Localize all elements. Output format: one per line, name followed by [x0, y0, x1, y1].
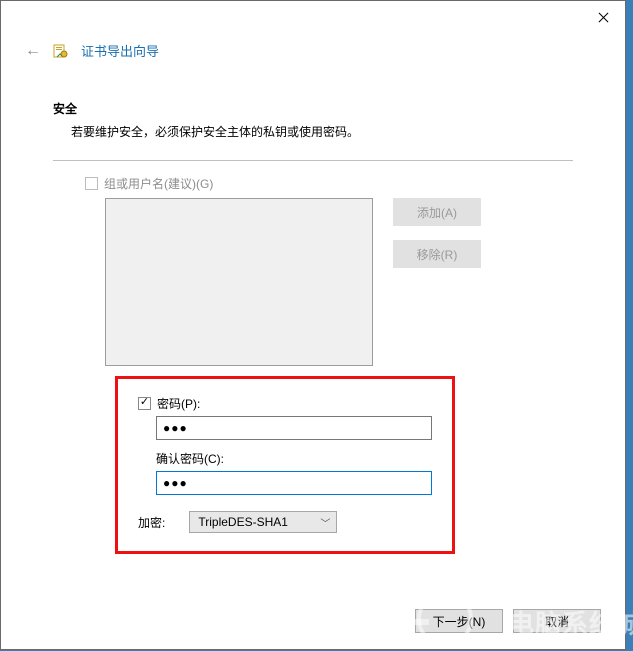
cancel-button[interactable]: 取消: [513, 609, 601, 633]
encryption-label: 加密:: [138, 514, 165, 531]
password-enable-block: 密码(P): ●●●: [138, 395, 432, 440]
encryption-row: 加密: TripleDES-SHA1 ﹀: [138, 511, 432, 533]
chevron-down-icon: ﹀: [320, 515, 330, 530]
confirm-password-block: 确认密码(C): ●●●: [138, 450, 432, 495]
groups-checkbox-row[interactable]: 组或用户名(建议)(G): [85, 175, 573, 192]
password-checkbox-row[interactable]: 密码(P):: [138, 395, 432, 412]
confirm-password-value: ●●●: [163, 476, 188, 490]
checkbox-checked-icon: [138, 397, 151, 410]
wizard-title: 证书导出向导: [81, 41, 159, 60]
encryption-selected: TripleDES-SHA1: [198, 515, 288, 529]
highlight-box: 密码(P): ●●● 确认密码(C): ●●● 加密: TripleDES-SH…: [115, 376, 455, 554]
watermark-icon: [417, 591, 473, 647]
close-icon: [598, 12, 608, 22]
section-heading: 安全: [53, 100, 573, 117]
back-arrow-icon[interactable]: ←: [25, 42, 41, 60]
divider: [53, 160, 573, 161]
remove-button: 移除(R): [393, 240, 481, 268]
groups-checkbox-label: 组或用户名(建议)(G): [104, 175, 213, 192]
cert-export-wizard-dialog: ← 证书导出向导 安全 若要维护安全，必须保护安全主体的私钥或使用密码。 组或用…: [0, 0, 626, 650]
content-area: 安全 若要维护安全，必须保护安全主体的私钥或使用密码。 组或用户名(建议)(G)…: [1, 70, 625, 554]
encryption-select[interactable]: TripleDES-SHA1 ﹀: [189, 511, 337, 533]
confirm-password-label: 确认密码(C):: [138, 450, 432, 467]
groups-section: 组或用户名(建议)(G) 添加(A) 移除(R) 密码(P): ●●●: [53, 175, 573, 554]
certificate-icon: [53, 43, 69, 59]
password-label: 密码(P):: [157, 395, 200, 412]
groups-listbox[interactable]: [105, 198, 373, 366]
add-button: 添加(A): [393, 198, 481, 226]
checkbox-icon: [85, 177, 98, 190]
password-value: ●●●: [163, 421, 188, 435]
groups-body: 添加(A) 移除(R): [85, 198, 573, 366]
titlebar: [1, 1, 625, 33]
confirm-password-input[interactable]: ●●●: [156, 471, 432, 495]
wizard-header: ← 证书导出向导: [1, 33, 625, 70]
close-button[interactable]: [581, 2, 625, 32]
groups-buttons: 添加(A) 移除(R): [393, 198, 481, 366]
section-description: 若要维护安全，必须保护安全主体的私钥或使用密码。: [53, 123, 573, 140]
password-input[interactable]: ●●●: [156, 416, 432, 440]
